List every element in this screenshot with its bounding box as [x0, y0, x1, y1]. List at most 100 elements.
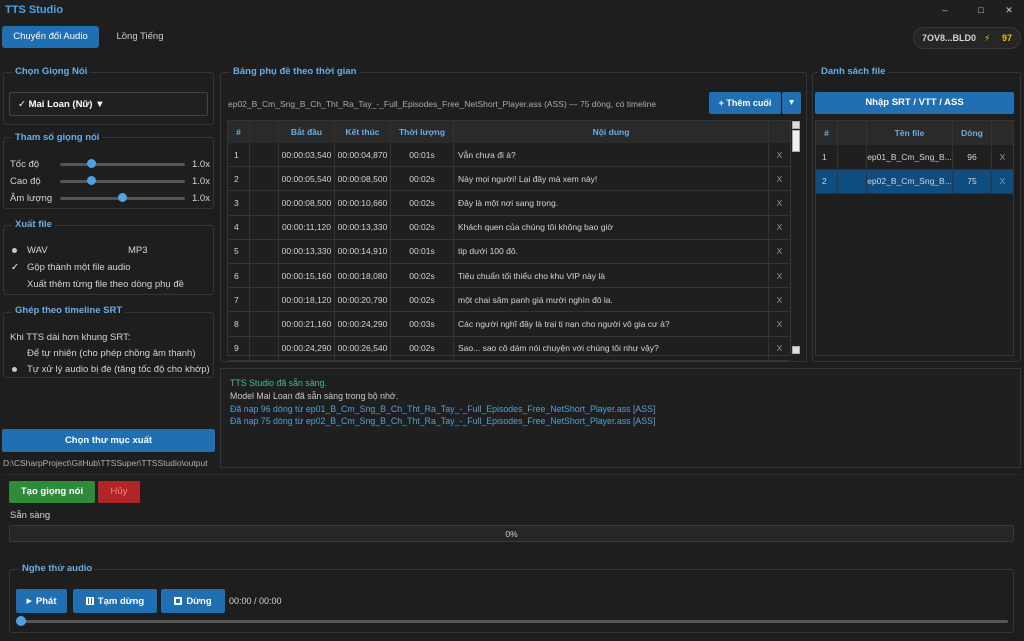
row-duration: 00:02s: [391, 288, 454, 312]
scroll-thumb[interactable]: [792, 130, 800, 152]
subtitle-row[interactable]: 1 00:00:03,540 00:00:04,870 00:01s Vẫn chưa …: [228, 143, 790, 168]
file-col-blank: [838, 121, 867, 145]
file-row[interactable]: 2 ep02_B_Cm_Sng_B... 75 X: [816, 169, 1013, 194]
per-line-label[interactable]: Xuất thêm từng file theo dòng phụ đề: [27, 279, 184, 290]
row-end-time: 00:00:10,660: [335, 191, 391, 215]
volume-label: Âm lượng: [10, 193, 53, 204]
pause-button[interactable]: Tạm dừng: [73, 589, 157, 613]
merge-checkbox[interactable]: ✓: [11, 262, 19, 273]
pause-label: Tạm dừng: [97, 595, 145, 607]
scroll-down-icon[interactable]: [792, 346, 800, 354]
timeline-option-auto[interactable]: Tự xử lý audio bị đè (tăng tốc độ cho kh…: [27, 364, 210, 375]
timeline-group-title: Ghép theo timeline SRT: [12, 305, 126, 316]
wav-radio[interactable]: [12, 248, 17, 253]
subtitle-table-header: # Bắt đầu Kết thúc Thời lượng Nội dung: [228, 121, 790, 143]
log-line: TTS Studio đã sẵn sàng.: [230, 378, 327, 388]
row-blank: [250, 215, 279, 239]
delete-row-icon[interactable]: X: [769, 167, 790, 190]
timeline-option-natural[interactable]: Để tự nhiên (cho phép chồng âm thanh): [27, 348, 196, 359]
minimize-icon[interactable]: –: [937, 5, 953, 15]
volume-value: 1.0x: [192, 193, 210, 204]
delete-row-icon[interactable]: X: [769, 288, 790, 311]
file-col-index: #: [816, 121, 838, 145]
add-line-button[interactable]: + Thêm cuối: [709, 92, 781, 114]
col-content: Nội dung: [454, 121, 769, 143]
delete-row-icon[interactable]: X: [769, 264, 790, 287]
row-content[interactable]: một chai sâm panh giá mười nghìn đô la.: [454, 288, 769, 312]
row-content[interactable]: Đây là một nơi sang trọng.: [454, 191, 769, 215]
maximize-icon[interactable]: □: [973, 5, 989, 15]
subtitle-row[interactable]: 9 00:00:24,290 00:00:26,540 00:02s Sao... sa…: [228, 336, 790, 361]
play-button[interactable]: ▶ Phát: [16, 589, 67, 613]
row-index: 8: [228, 312, 250, 336]
tab-dubbing[interactable]: Lồng Tiếng: [104, 26, 176, 48]
delete-row-icon[interactable]: X: [769, 143, 790, 166]
subtitle-row[interactable]: 3 00:00:08,500 00:00:10,660 00:02s Đây là mộ…: [228, 191, 790, 216]
row-index: 2: [228, 167, 250, 191]
subtitle-row[interactable]: 8 00:00:21,160 00:00:24,290 00:03s Các người…: [228, 312, 790, 337]
subtitle-scrollbar[interactable]: [791, 120, 801, 356]
import-subtitle-button[interactable]: Nhập SRT / VTT / ASS: [815, 92, 1014, 114]
bolt-icon: ⚡: [984, 33, 991, 43]
seek-bar[interactable]: [18, 620, 1008, 623]
row-index: 4: [228, 215, 250, 239]
delete-row-icon[interactable]: X: [769, 216, 790, 239]
row-content[interactable]: Vẫn chưa đi à?: [454, 143, 769, 167]
merge-label[interactable]: Gộp thành một file audio: [27, 262, 131, 273]
row-content[interactable]: Khách quen của chúng tôi không bao giờ: [454, 215, 769, 239]
delete-file-icon[interactable]: X: [992, 170, 1013, 194]
scroll-up-icon[interactable]: [792, 121, 800, 129]
auto-adjust-radio[interactable]: [12, 367, 17, 372]
delete-row-icon[interactable]: X: [769, 240, 790, 263]
delete-row-icon[interactable]: X: [769, 312, 790, 335]
params-group-title: Tham số giọng nói: [12, 132, 103, 143]
pitch-slider[interactable]: [60, 180, 185, 183]
row-content[interactable]: tip dưới 100 đô.: [454, 239, 769, 263]
mp3-label[interactable]: MP3: [128, 245, 148, 256]
row-content[interactable]: Sao... sao cô dám nói chuyện với chúng t…: [454, 336, 769, 360]
subtitle-group-title: Bảng phụ đề theo thời gian: [230, 66, 360, 77]
row-content[interactable]: Này mọi người! Lại đây mà xem này!: [454, 167, 769, 191]
row-start-time: 00:00:05,540: [279, 167, 335, 191]
subtitle-row[interactable]: 7 00:00:18,120 00:00:20,790 00:02s một chai …: [228, 288, 790, 313]
delete-row-icon[interactable]: X: [769, 337, 790, 360]
log-line: Đã nạp 96 dòng từ ep01_B_Cm_Sng_B_Ch_Tht…: [230, 404, 656, 414]
file-row[interactable]: 1 ep01_B_Cm_Sng_B... 96 X: [816, 145, 1013, 170]
delete-row-icon[interactable]: X: [769, 191, 790, 214]
stop-button[interactable]: Dừng: [161, 589, 225, 613]
row-content[interactable]: Các người nghĩ đây là trại tị nạn cho ng…: [454, 312, 769, 336]
file-col-name: Tên file: [867, 121, 953, 145]
row-content[interactable]: Tiêu chuẩn tối thiểu cho khu VIP này là: [454, 264, 769, 288]
row-start-time: 00:00:08,500: [279, 191, 335, 215]
col-start: Bắt đầu: [279, 121, 335, 143]
cancel-button[interactable]: Hủy: [98, 481, 140, 503]
seek-handle[interactable]: [16, 616, 26, 626]
row-end-time: 00:00:24,290: [335, 312, 391, 336]
speed-slider[interactable]: [60, 163, 185, 166]
stop-label: Dừng: [186, 595, 212, 607]
subtitle-row[interactable]: 6 00:00:15,160 00:00:18,080 00:02s Tiêu chuẩ…: [228, 264, 790, 289]
account-badge[interactable]: 7OV8...BLD0 ⚡ 97: [913, 27, 1021, 49]
add-line-dropdown-icon[interactable]: ▾: [782, 92, 801, 114]
generate-voice-button[interactable]: Tạo giọng nói: [9, 481, 95, 503]
subtitle-row[interactable]: 2 00:00:05,540 00:00:08,500 00:02s Này mọi n…: [228, 167, 790, 192]
row-index: 3: [228, 191, 250, 215]
wav-label[interactable]: WAV: [27, 245, 48, 256]
close-icon[interactable]: ✕: [1001, 5, 1017, 16]
delete-file-icon[interactable]: X: [992, 145, 1013, 169]
row-start-time: 00:00:13,330: [279, 239, 335, 263]
choose-output-button[interactable]: Chọn thư mục xuất: [2, 429, 215, 452]
row-end-time: 00:00:04,870: [335, 143, 391, 167]
tab-audio-convert[interactable]: Chuyển đổi Audio: [2, 26, 99, 48]
pitch-label: Cao độ: [10, 176, 41, 187]
row-end-time: 00:00:08,500: [335, 167, 391, 191]
row-blank: [250, 312, 279, 336]
subtitle-row[interactable]: 4 00:00:11,120 00:00:13,330 00:02s Khách que…: [228, 215, 790, 240]
speed-slider-handle[interactable]: [86, 159, 96, 168]
row-end-time: 00:00:13,330: [335, 215, 391, 239]
volume-slider-handle[interactable]: [118, 193, 127, 202]
pitch-slider-handle[interactable]: [86, 176, 96, 185]
subtitle-row[interactable]: 5 00:00:13,330 00:00:14,910 00:01s tip dưới …: [228, 239, 790, 264]
voice-group-title: Chọn Giọng Nói: [12, 66, 91, 77]
voice-select[interactable]: ✓ Mai Loan (Nữ) ▼: [9, 92, 208, 116]
